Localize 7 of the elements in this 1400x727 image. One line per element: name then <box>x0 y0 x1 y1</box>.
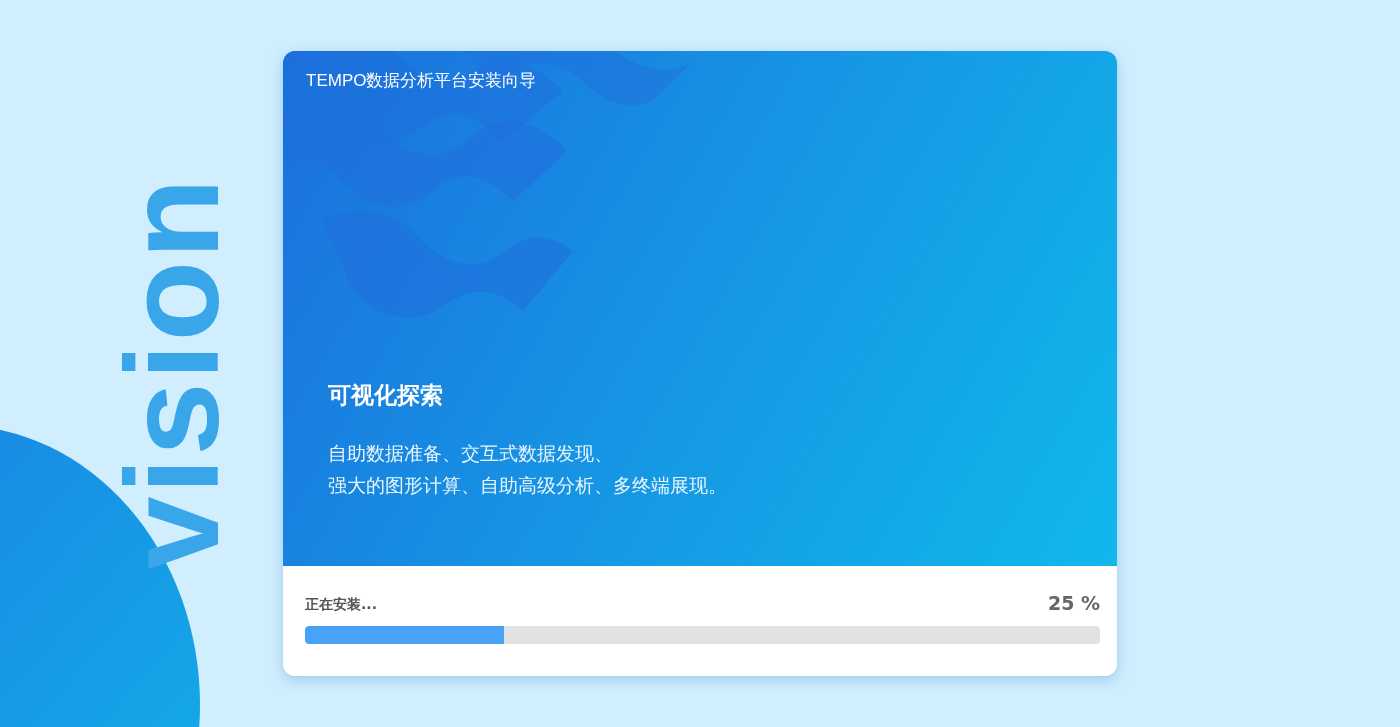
description-text: 强大的图形计算、自助高级分析、多终端展现。 <box>328 473 728 498</box>
progress-reading: 25 % <box>1047 592 1100 614</box>
description-text: 自助数据准备、交互式数据发现、 <box>328 441 614 466</box>
side-text: vision <box>118 175 228 572</box>
banner-heading: 可视化探索 <box>328 381 444 410</box>
status-text: 正在安装... <box>305 596 377 614</box>
window-title: TEMPO数据分析平台安装向导 <box>305 70 538 92</box>
